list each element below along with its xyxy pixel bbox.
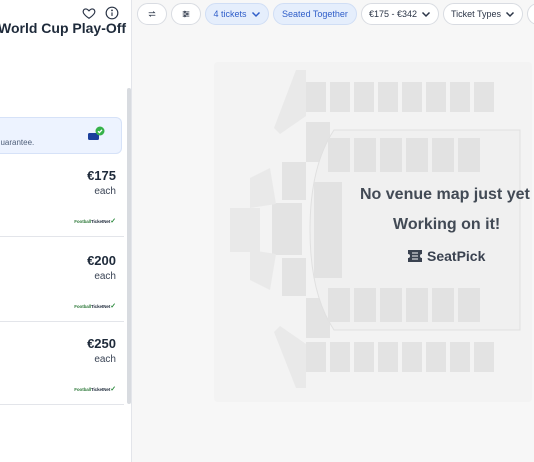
no-map-heading: No venue map just yet [360,186,530,203]
seller-check-icon: ✓ [110,386,116,393]
listing-unit: each [94,271,116,282]
price-range-label: €175 - €342 [368,9,418,19]
seated-together-toggle[interactable]: Seated Together [273,3,357,25]
listing-price: €200 [87,253,116,268]
heart-icon[interactable] [82,6,96,20]
listing-item[interactable]: €200 each FootballTicketNet✓ [0,239,124,322]
more-filters-chip[interactable] [527,3,534,25]
swap-icon [148,11,156,17]
price-range-select[interactable]: €175 - €342 [361,3,439,25]
seller-check-icon: ✓ [110,303,116,310]
guarantee-banner: guarantee. [0,117,122,154]
listing-item[interactable]: €250 each FootballTicketNet✓ [0,322,124,405]
ticket-guarantee-icon [88,126,105,140]
seated-together-label: Seated Together [282,9,348,19]
listing-unit: each [94,186,116,197]
swap-button[interactable] [137,3,167,25]
tickets-quantity-select[interactable]: 4 tickets [205,3,269,25]
listing-item[interactable]: €175 each FootballTicketNet✓ [0,154,124,237]
info-icon[interactable] [105,6,119,20]
working-on-it-text: Working on it! [393,216,501,233]
seatpick-logo: SeatPick [407,248,485,264]
filters-button[interactable] [171,3,201,25]
tickets-quantity-label: 4 tickets [213,9,247,19]
guarantee-text: guarantee. [0,138,35,147]
listings-panel: World Cup Play-Off guarantee. €175 each … [0,0,132,462]
venue-map-placeholder: No venue map just yet Working on it! Sea… [210,58,534,406]
sliders-icon [182,10,190,18]
seller-logo: FootballTicketNet✓ [74,303,116,310]
ticket-icon [408,250,422,262]
seller-logo: FootballTicketNet✓ [74,386,116,393]
listing-price: €250 [87,336,116,351]
event-title: World Cup Play-Off [0,20,127,36]
chevron-down-icon [251,11,260,18]
filter-toolbar: 4 tickets Seated Together €175 - €342 Ti… [133,0,534,30]
listings-scrollbar[interactable] [127,88,131,404]
listing-price: €175 [87,168,116,183]
brand-name: SeatPick [427,248,486,264]
chevron-down-icon [505,11,515,18]
chevron-down-icon [421,11,431,18]
seller-check-icon: ✓ [110,218,116,225]
ticket-types-select[interactable]: Ticket Types [443,3,523,25]
listing-unit: each [94,354,116,365]
ticket-types-label: Ticket Types [450,9,502,19]
seller-logo: FootballTicketNet✓ [74,218,116,225]
